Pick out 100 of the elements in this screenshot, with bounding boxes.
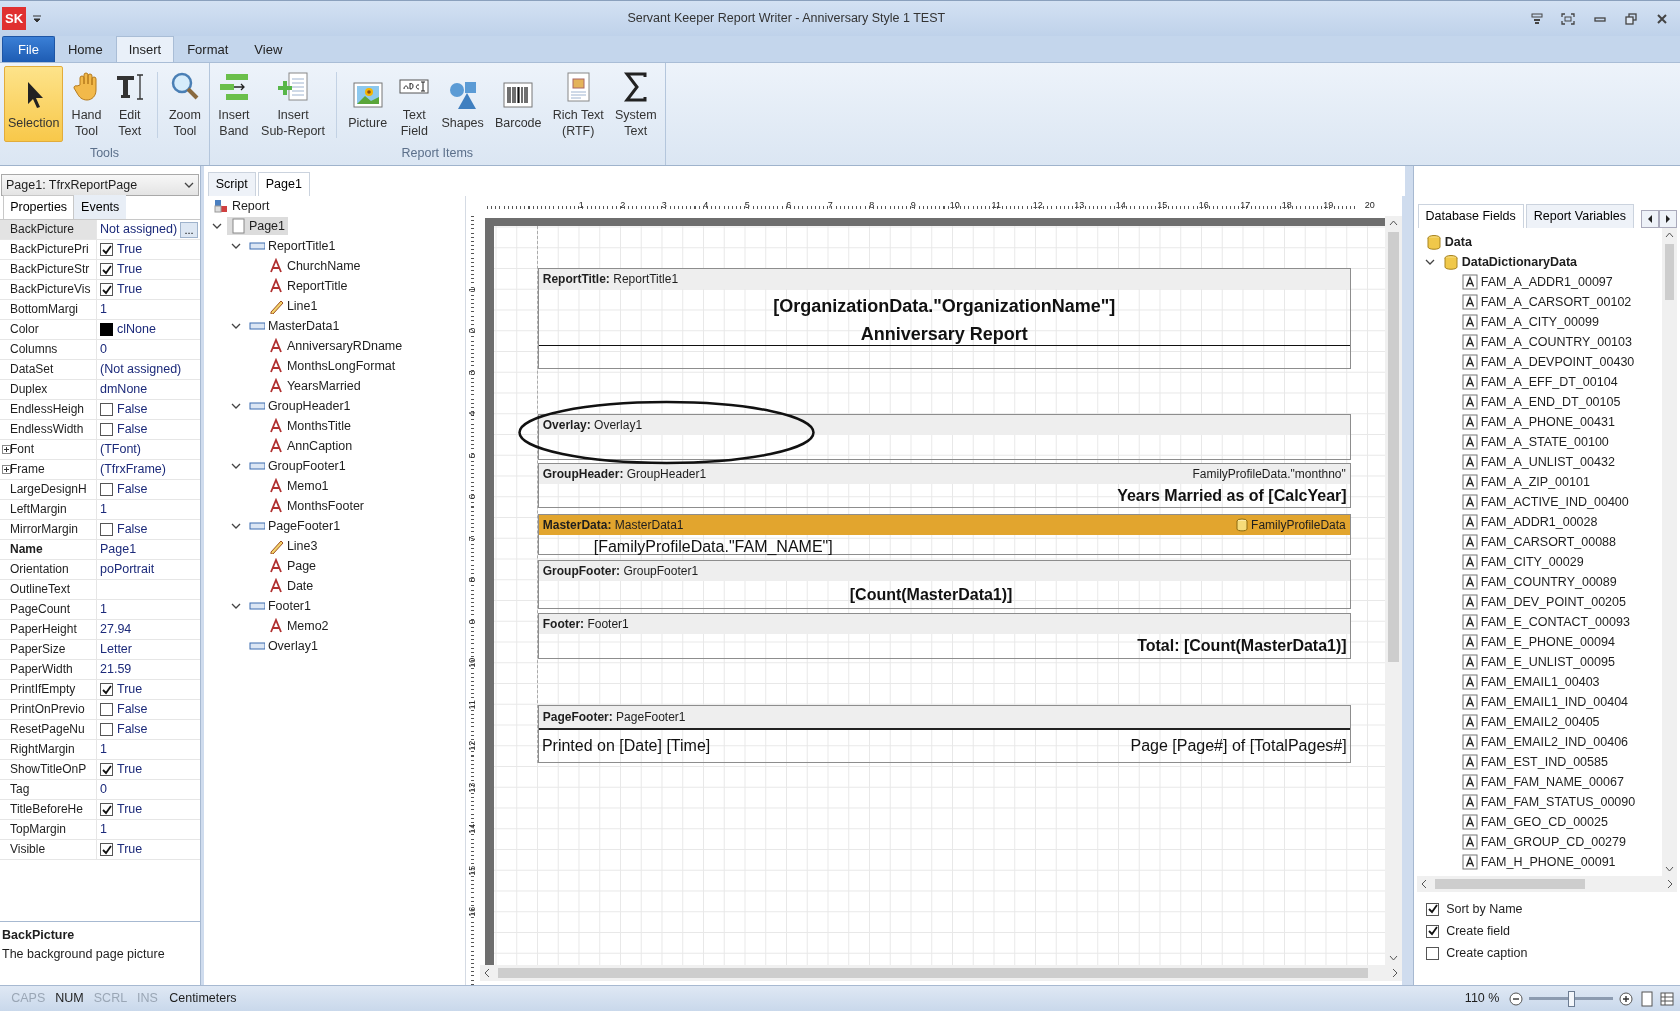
- property-name[interactable]: LeftMargin: [0, 500, 97, 519]
- tree-item[interactable]: FAM_CITY_00029: [1458, 553, 1587, 571]
- property-name[interactable]: PrintOnPrevio: [0, 700, 97, 719]
- ribbon-tab[interactable]: View: [241, 36, 296, 62]
- tree-item[interactable]: MasterData1: [245, 317, 343, 335]
- ribbon-button[interactable]: Selection: [4, 66, 64, 142]
- tree-item[interactable]: FAM_ACTIVE_IND_00400: [1458, 493, 1632, 511]
- stack-icon[interactable]: [1530, 12, 1543, 25]
- inspector-tab[interactable]: Properties: [3, 195, 75, 219]
- checkbox[interactable]: [100, 283, 113, 296]
- property-name[interactable]: ResetPageNu: [0, 720, 97, 739]
- band-header[interactable]: MasterData: MasterData1 FamilyProfileData: [538, 515, 1350, 535]
- ribbon-button[interactable]: Rich Text (RTF): [548, 66, 608, 142]
- tree-item[interactable]: AnniversaryRDname: [264, 337, 406, 355]
- property-name[interactable]: BackPicturePri: [0, 240, 97, 259]
- ribbon-button[interactable]: Edit Text: [109, 66, 150, 142]
- tree-item[interactable]: FAM_A_EFF_DT_00104: [1458, 373, 1621, 391]
- tree-item[interactable]: Page1: [226, 217, 289, 235]
- scrollbar-thumb[interactable]: [497, 968, 1368, 978]
- checkbox[interactable]: [1426, 946, 1439, 960]
- property-name[interactable]: ShowTitleOnP: [0, 760, 97, 779]
- band-header[interactable]: ReportTitle: ReportTitle1: [538, 269, 1350, 289]
- tree-item[interactable]: FAM_A_PHONE_00431: [1458, 413, 1618, 431]
- tree-item[interactable]: FAM_A_STATE_00100: [1458, 433, 1612, 451]
- tree-item[interactable]: DataDictionaryData: [1439, 253, 1581, 271]
- property-name[interactable]: Duplex: [0, 380, 97, 399]
- tree-item[interactable]: YearsMarried: [264, 377, 364, 395]
- tree-item[interactable]: FAM_COUNTRY_00089: [1458, 573, 1620, 591]
- tree-item[interactable]: PageFooter1: [245, 517, 344, 535]
- tree-item[interactable]: FAM_EMAIL1_IND_00404: [1458, 693, 1632, 711]
- close-icon[interactable]: [1655, 12, 1668, 25]
- property-name[interactable]: BackPicture: [0, 220, 97, 239]
- tree-item[interactable]: GroupFooter1: [245, 457, 349, 475]
- property-name[interactable]: PaperWidth: [0, 660, 97, 679]
- ribbon-button[interactable]: Hand Tool: [66, 66, 107, 142]
- tree-item[interactable]: Line3: [264, 537, 321, 555]
- scrollbar-thumb[interactable]: [1434, 879, 1585, 889]
- property-name[interactable]: BackPictureVis: [0, 280, 97, 299]
- checkbox[interactable]: [100, 683, 113, 696]
- property-name[interactable]: TopMargin: [0, 820, 97, 839]
- band-header[interactable]: PageFooter: PageFooter1: [538, 706, 1350, 730]
- property-name[interactable]: PrintIfEmpty: [0, 680, 97, 699]
- band-header[interactable]: GroupFooter: GroupFooter1: [538, 561, 1350, 581]
- ribbon-button[interactable]: Barcode: [490, 66, 546, 142]
- tree-item[interactable]: FAM_GROUP_CD_00279: [1458, 833, 1629, 851]
- property-name[interactable]: PaperHeight: [0, 620, 97, 639]
- tree-item[interactable]: FAM_CARSORT_00088: [1458, 533, 1619, 551]
- ribbon-tab[interactable]: Insert: [115, 36, 175, 62]
- property-name[interactable]: PageCount: [0, 600, 97, 619]
- property-name[interactable]: Columns: [0, 340, 97, 359]
- tree-item[interactable]: AnnCaption: [264, 437, 356, 455]
- ribbon-button[interactable]: Picture: [344, 66, 392, 142]
- tree-item[interactable]: Data: [1422, 233, 1475, 251]
- tree-item[interactable]: FAM_A_DEVPOINT_00430: [1458, 353, 1638, 371]
- tree-item[interactable]: GroupHeader1: [245, 397, 354, 415]
- tree-item[interactable]: FAM_FAM_STATUS_00090: [1458, 793, 1639, 811]
- tree-item[interactable]: FAM_A_END_DT_00105: [1458, 393, 1624, 411]
- ribbon-button[interactable]: Text Field: [394, 66, 435, 142]
- data-tab[interactable]: Report Variables: [1525, 204, 1634, 228]
- tree-item[interactable]: MonthsTitle: [264, 417, 355, 435]
- tree-item[interactable]: FAM_A_CITY_00099: [1458, 313, 1602, 331]
- tree-item[interactable]: MonthsFooter: [264, 497, 367, 515]
- tree-item[interactable]: FAM_FAM_NAME_00067: [1458, 773, 1627, 791]
- checkbox[interactable]: [100, 263, 113, 276]
- tree-item[interactable]: Footer1: [245, 597, 314, 615]
- property-name[interactable]: EndlessWidth: [0, 420, 97, 439]
- tree-item[interactable]: FAM_GEO_CD_00025: [1458, 813, 1611, 831]
- tree-item[interactable]: Memo2: [264, 617, 332, 635]
- restore-icon[interactable]: [1624, 12, 1637, 25]
- checkbox[interactable]: [100, 523, 113, 536]
- ribbon-button[interactable]: System Text: [610, 66, 661, 142]
- tree-item[interactable]: Line1: [264, 297, 321, 315]
- tree-item[interactable]: FAM_H_PHONE_00091: [1458, 853, 1619, 871]
- horizontal-scrollbar[interactable]: [1416, 876, 1677, 892]
- tree-item[interactable]: FAM_A_ADDR1_00097: [1458, 273, 1616, 291]
- inspector-tab[interactable]: Events: [74, 195, 127, 219]
- checkbox[interactable]: [100, 703, 113, 716]
- tree-item[interactable]: FAM_EMAIL2_00405: [1458, 713, 1603, 731]
- property-name[interactable]: BackPictureStr: [0, 260, 97, 279]
- checkbox[interactable]: [100, 423, 113, 436]
- designer-tab[interactable]: Script: [207, 172, 256, 196]
- tree-item[interactable]: FAM_EMAIL2_IND_00406: [1458, 733, 1632, 751]
- tree-item[interactable]: FAM_A_UNLIST_00432: [1458, 453, 1618, 471]
- ribbon-button[interactable]: Shapes: [437, 66, 488, 142]
- horizontal-scrollbar[interactable]: [479, 965, 1402, 981]
- tree-item[interactable]: FAM_EMAIL1_00403: [1458, 673, 1603, 691]
- tree-item[interactable]: Page: [264, 557, 320, 575]
- property-name[interactable]: OutlineText: [0, 580, 97, 599]
- property-name[interactable]: RightMargin: [0, 740, 97, 759]
- scrollbar-thumb[interactable]: [1664, 244, 1674, 300]
- ribbon-tab[interactable]: Home: [54, 36, 116, 62]
- band-header[interactable]: GroupHeader: GroupHeader1 FamilyProfileData."monthno": [538, 464, 1350, 484]
- file-menu-button[interactable]: File: [2, 36, 55, 62]
- scroll-left-icon[interactable]: [1640, 210, 1659, 228]
- property-name[interactable]: Frame: [0, 460, 97, 479]
- property-name[interactable]: TitleBeforeHe: [0, 800, 97, 819]
- data-tab[interactable]: Database Fields: [1417, 204, 1524, 228]
- ribbon-button[interactable]: Insert Sub-Report: [257, 66, 329, 142]
- vertical-scrollbar[interactable]: [1661, 228, 1677, 876]
- object-selector[interactable]: Page1: TfrxReportPage: [1, 174, 199, 196]
